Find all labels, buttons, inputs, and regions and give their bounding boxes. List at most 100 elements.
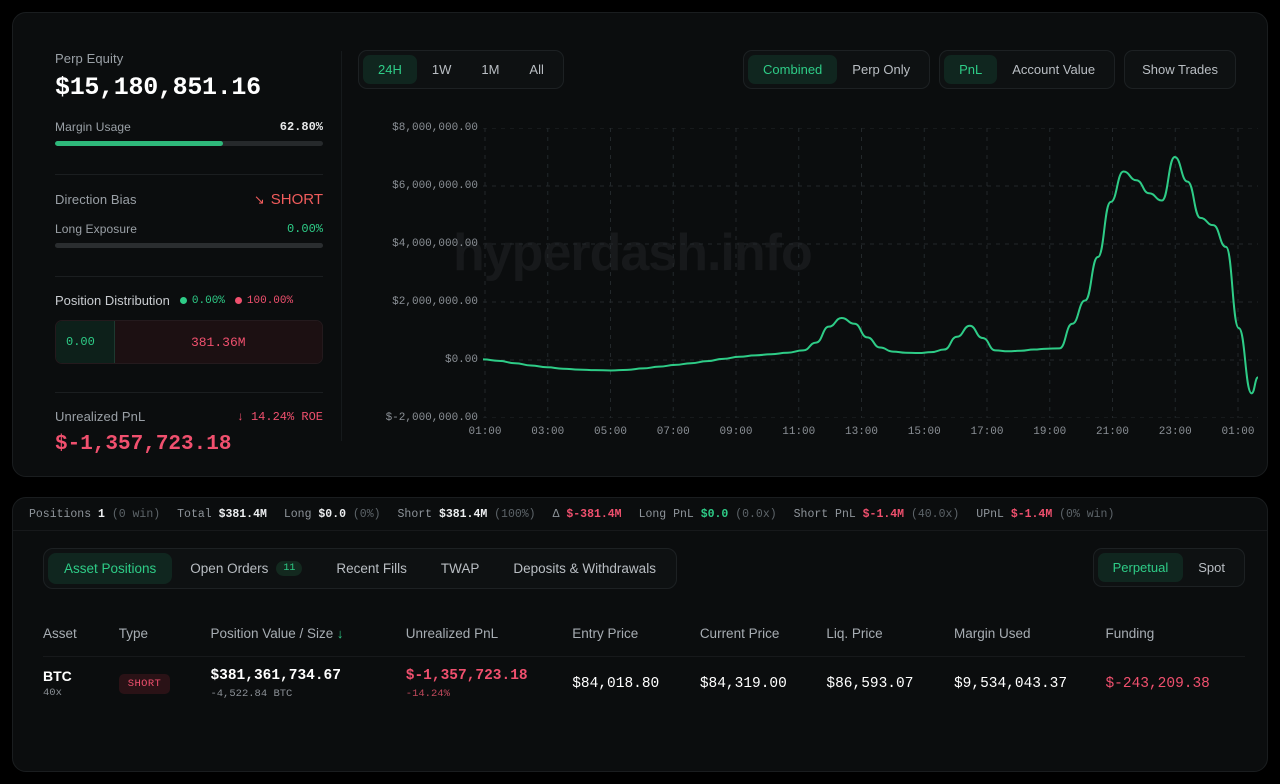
margin-usage-label: Margin Usage — [55, 120, 131, 134]
col-header-entry-price[interactable]: Entry Price — [572, 626, 700, 641]
long-exposure-row: Long Exposure 0.00% — [55, 222, 323, 236]
asset-leverage: 40x — [43, 687, 62, 699]
y-tick-label: $-2,000,000.00 — [385, 412, 478, 424]
x-tick-label: 05:00 — [593, 426, 628, 438]
col-header-current-price[interactable]: Current Price — [700, 626, 827, 641]
distribution-legend-long: 0.00% — [179, 295, 225, 307]
cell-funding: $-243,209.38 — [1105, 675, 1210, 692]
short-dot-icon — [234, 297, 242, 304]
cell-unrealized-pnl: $-1,357,723.18 -14.24% — [406, 668, 572, 700]
positions-card: Positions 1 (0 win) Total $381.4M Long $0.… — [12, 497, 1268, 772]
y-tick-label: $8,000,000.00 — [392, 122, 478, 134]
long-exposure-bar-fill — [55, 243, 323, 248]
stat-value: $-1.4M — [862, 507, 905, 521]
table-body: BTC 40x SHORT $381,361,734.67 -4,522.84 BTC $… — [43, 656, 1245, 710]
range-1m[interactable]: 1M — [466, 55, 514, 84]
x-tick-label: 09:00 — [719, 426, 753, 438]
tab-deposits-withdrawals[interactable]: Deposits & Withdrawals — [497, 553, 672, 584]
chart-plot-area: hyperdash.info $8,000,000.00 $6,000,000.0… — [353, 122, 1258, 458]
margin-usage-value: 62.80% — [279, 120, 323, 134]
table-row[interactable]: BTC 40x SHORT $381,361,734.67 -4,522.84 BTC $… — [43, 656, 1245, 710]
panel-divider — [341, 51, 342, 441]
stat-sub: (0.0x) — [728, 507, 777, 521]
stat-value: $381.4M — [218, 507, 267, 521]
col-header-margin-used[interactable]: Margin Used — [954, 626, 1106, 641]
stat-value: $0.0 — [700, 507, 729, 521]
tab-label: Deposits & Withdrawals — [513, 561, 656, 576]
market-perpetual[interactable]: Perpetual — [1097, 553, 1184, 582]
unrealized-pnl-header: Unrealized PnL ↓ 14.24% ROE — [55, 409, 323, 424]
chart-metric-segments[interactable]: PnL Account Value — [939, 50, 1116, 89]
stat-total: Total $381.4M — [177, 508, 267, 521]
stat-label: Δ — [552, 507, 567, 521]
stat-long-pnl: Long PnL $0.0 (0.0x) — [639, 508, 777, 521]
x-tick-label: 11:00 — [782, 426, 816, 438]
divider-3 — [55, 392, 323, 393]
mode-perp-only[interactable]: Perp Only — [837, 55, 925, 84]
asset-symbol: BTC — [43, 668, 72, 684]
y-tick-label: $2,000,000.00 — [392, 296, 478, 308]
distribution-legend-short: 100.00% — [234, 295, 293, 307]
stat-label: Positions — [29, 507, 99, 521]
y-tick-label: $4,000,000.00 — [392, 238, 478, 250]
stat-sub: (100%) — [487, 507, 536, 521]
x-tick-label: 21:00 — [1095, 426, 1130, 438]
market-type-toggle: Perpetual Spot — [1092, 548, 1245, 587]
show-trades-button[interactable]: Show Trades — [1124, 50, 1236, 89]
cell-current-price: $84,319.00 — [699, 675, 787, 692]
unrealized-pnl-value: $-1,357,723.18 — [55, 433, 232, 456]
tab-label: Open Orders — [190, 561, 269, 576]
pnl-chart-section: 24H 1W 1M All Combined Perp Only PnL Account … — [353, 43, 1258, 463]
col-header-unrealized-pnl[interactable]: Unrealized PnL — [406, 626, 572, 641]
col-header-funding[interactable]: Funding — [1105, 626, 1245, 641]
stat-sub: (0%) — [346, 507, 381, 521]
tab-twap[interactable]: TWAP — [425, 553, 496, 584]
tab-asset-positions[interactable]: Asset Positions — [48, 553, 173, 584]
positions-tabs[interactable]: Asset Positions Open Orders 11 Recent Fills… — [43, 548, 677, 589]
stat-label: Long — [283, 507, 319, 521]
x-tick-label: 23:00 — [1158, 426, 1192, 438]
perp-equity-label: Perp Equity — [55, 51, 124, 66]
mode-combined[interactable]: Combined — [748, 55, 838, 84]
stat-value: $0.0 — [318, 507, 346, 521]
cell-entry-price: $84,018.80 — [572, 675, 660, 692]
metric-account-value[interactable]: Account Value — [997, 55, 1110, 84]
chart-x-axis: 01:00 03:00 05:00 07:00 09:00 11:00 13:00 15:00… — [353, 426, 1258, 446]
stat-value: $-1.4M — [1010, 507, 1053, 521]
col-header-position-value-size[interactable]: Position Value / Size ↓ — [210, 626, 405, 641]
col-header-type[interactable]: Type — [119, 626, 211, 641]
direction-bias-block: Direction Bias ↘ SHORT Long Exposure 0.0… — [55, 191, 323, 262]
tab-recent-fills[interactable]: Recent Fills — [320, 553, 423, 584]
market-spot[interactable]: Spot — [1183, 553, 1240, 582]
perp-equity-value: $15,180,851.16 — [55, 73, 261, 102]
x-tick-label: 19:00 — [1033, 426, 1067, 438]
chart-mode-segments[interactable]: Combined Perp Only — [743, 50, 931, 89]
y-tick-label: $0.00 — [444, 354, 478, 366]
col-header-liq-price[interactable]: Liq. Price — [826, 626, 954, 641]
long-dot-icon — [179, 297, 187, 304]
account-summary-panel: Perp Equity $15,180,851.16 Margin Usage … — [55, 51, 323, 470]
tab-label: TWAP — [440, 561, 480, 576]
range-1w[interactable]: 1W — [417, 55, 467, 84]
unrealized-pnl-block: Unrealized PnL ↓ 14.24% ROE $-1,357,723.… — [55, 409, 323, 470]
stat-label: UPnL — [976, 507, 1011, 521]
metric-pnl[interactable]: PnL — [944, 55, 998, 84]
range-24h[interactable]: 24H — [363, 55, 417, 84]
time-range-segments[interactable]: 24H 1W 1M All — [358, 50, 564, 89]
x-tick-label: 01:00 — [1221, 426, 1255, 438]
direction-bias-label: Direction Bias — [55, 192, 137, 207]
col-header-asset[interactable]: Asset — [43, 626, 119, 641]
divider-2 — [55, 276, 323, 277]
stat--: Δ $-381.4M — [553, 508, 622, 521]
direction-bias-row: Direction Bias ↘ SHORT — [55, 191, 323, 208]
divider-1 — [55, 174, 323, 175]
stat-upnl: UPnL $-1.4M (0% win) — [976, 508, 1114, 521]
long-exposure-label: Long Exposure — [55, 222, 138, 236]
market-type-segments[interactable]: Perpetual Spot — [1092, 548, 1245, 587]
stat-short: Short $381.4M (100%) — [398, 508, 536, 521]
table-header-row: Asset Type Position Value / Size ↓ Unrealiz… — [43, 616, 1245, 656]
tab-open-orders[interactable]: Open Orders 11 — [174, 553, 318, 584]
x-tick-label: 17:00 — [970, 426, 1004, 438]
unrealized-pnl-percent: -14.24% — [405, 687, 450, 700]
range-all[interactable]: All — [514, 55, 558, 84]
